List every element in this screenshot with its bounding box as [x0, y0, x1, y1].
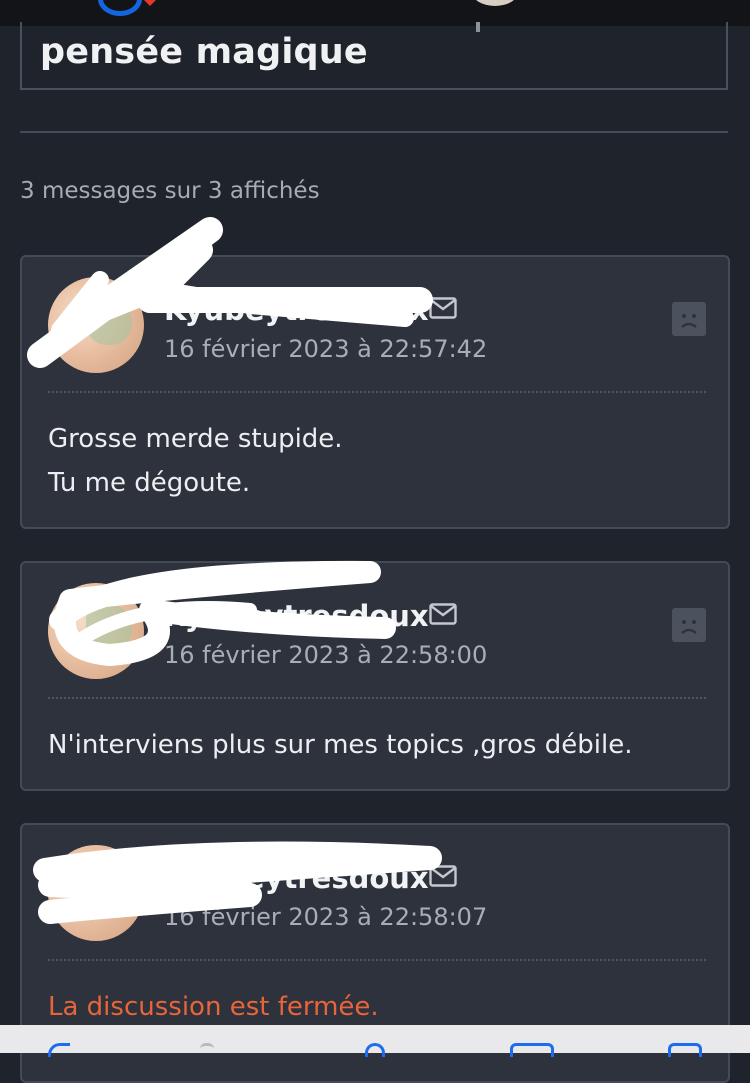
title-overflow-mark [476, 22, 480, 32]
bookmarks-icon[interactable] [510, 1043, 554, 1057]
post-body: Grosse merde stupide. Tu me dégoute. [48, 417, 343, 505]
post-line: Tu me dégoute. [48, 468, 251, 498]
message-count: 3 messages sur 3 affichés [20, 178, 320, 204]
post-date: 16 février 2023 à 22:57:42 [164, 335, 488, 363]
user-avatar[interactable] [472, 0, 518, 6]
author-username[interactable]: Kyubeytresdoux [164, 599, 429, 633]
post-separator [48, 391, 706, 393]
post-body: N'interviens plus sur mes topics ,gros d… [48, 723, 632, 767]
topic-title-box: pensée magique [20, 22, 728, 90]
mail-icon[interactable] [429, 297, 457, 319]
site-logo-icon[interactable] [98, 0, 142, 16]
topic-title: pensée magique [40, 32, 368, 72]
post-line: La discussion est fermée. [48, 992, 379, 1022]
post-line: N'interviens plus sur mes topics ,gros d… [48, 730, 633, 760]
author-avatar[interactable] [48, 583, 144, 679]
post-separator [48, 697, 706, 699]
post-date: 16 février 2023 à 22:58:00 [164, 641, 488, 669]
mail-icon[interactable] [429, 603, 457, 625]
author-avatar[interactable] [48, 845, 144, 941]
divider [20, 131, 728, 133]
post-line: Grosse merde stupide. [48, 424, 343, 454]
browser-toolbar [0, 1025, 750, 1057]
post-card: Kyubeytresdoux 16 février 2023 à 22:57:4… [20, 255, 730, 529]
post-card: Kyubeytresdoux 16 février 2023 à 22:58:0… [20, 561, 730, 791]
back-icon[interactable] [48, 1043, 70, 1057]
post-separator [48, 959, 706, 961]
mail-icon[interactable] [429, 865, 457, 887]
tabs-icon[interactable] [668, 1043, 702, 1057]
forward-icon[interactable] [200, 1043, 214, 1057]
author-avatar[interactable] [48, 277, 144, 373]
author-username[interactable]: Kyubeytresdoux [164, 861, 429, 895]
share-icon[interactable] [365, 1043, 385, 1057]
frown-icon[interactable] [672, 302, 706, 336]
post-date: 16 février 2023 à 22:58:07 [164, 903, 488, 931]
closed-notice: La discussion est fermée. [48, 985, 379, 1029]
frown-icon[interactable] [672, 608, 706, 642]
site-logo-mark-icon [140, 0, 160, 6]
author-username[interactable]: Kyubeytresdoux [164, 293, 429, 327]
